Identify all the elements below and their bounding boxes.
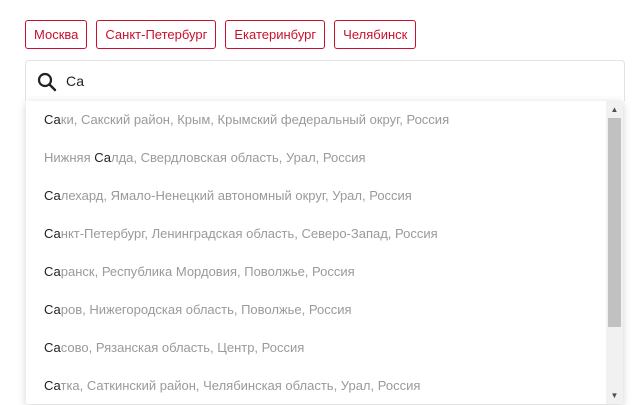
suggestion-prefix: Нижняя: [44, 150, 95, 165]
suggestions-dropdown: Саки, Сакский район, Крым, Крымский феде…: [26, 101, 623, 404]
scroll-down-arrow-icon[interactable]: ▼: [606, 387, 623, 404]
suggestion-match: Са: [94, 150, 111, 165]
suggestion-item[interactable]: Саки, Сакский район, Крым, Крымский феде…: [26, 101, 606, 139]
suggestion-rest: нкт-Петербург, Ленинградская область, Се…: [60, 226, 438, 241]
scroll-up-arrow-icon[interactable]: ▲: [606, 101, 623, 118]
suggestion-item[interactable]: Нижняя Салда, Свердловская область, Урал…: [26, 139, 606, 177]
search-icon: [37, 72, 57, 92]
suggestion-rest: лда, Свердловская область, Урал, Россия: [110, 150, 366, 165]
city-chips: Москва Санкт-Петербург Екатеринбург Челя…: [25, 20, 417, 49]
chip-saint-petersburg[interactable]: Санкт-Петербург: [96, 20, 217, 49]
suggestion-rest: тка, Саткинский район, Челябинская облас…: [60, 378, 421, 393]
suggestion-match: Са: [44, 378, 61, 393]
suggestion-match: Са: [44, 226, 61, 241]
suggestion-match: Са: [44, 340, 61, 355]
search-input[interactable]: [66, 69, 606, 93]
chip-moscow[interactable]: Москва: [25, 20, 88, 49]
scrollbar[interactable]: ▲ ▼: [606, 101, 623, 404]
suggestions-list: Саки, Сакский район, Крым, Крымский феде…: [26, 101, 606, 404]
suggestion-match: Са: [44, 112, 61, 127]
suggestion-match: Са: [44, 264, 61, 279]
suggestion-rest: ки, Сакский район, Крым, Крымский федера…: [60, 112, 450, 127]
suggestion-item[interactable]: Саранск, Республика Мордовия, Поволжье, …: [26, 253, 606, 291]
suggestion-rest: ранск, Республика Мордовия, Поволжье, Ро…: [60, 264, 355, 279]
suggestion-rest: лехард, Ямало-Ненецкий автономный округ,…: [60, 188, 412, 203]
suggestion-item[interactable]: Саров, Нижегородская область, Поволжье, …: [26, 291, 606, 329]
suggestion-match: Са: [44, 302, 61, 317]
suggestion-item[interactable]: Сатка, Саткинский район, Челябинская обл…: [26, 367, 606, 404]
chip-chelyabinsk[interactable]: Челябинск: [334, 20, 417, 49]
suggestion-item[interactable]: Санкт-Петербург, Ленинградская область, …: [26, 215, 606, 253]
suggestion-item[interactable]: Салехард, Ямало-Ненецкий автономный окру…: [26, 177, 606, 215]
search-box: [25, 60, 625, 101]
suggestion-rest: сово, Рязанская область, Центр, Россия: [60, 340, 305, 355]
scroll-thumb[interactable]: [608, 118, 621, 327]
suggestion-rest: ров, Нижегородская область, Поволжье, Ро…: [60, 302, 352, 317]
suggestion-match: Са: [44, 188, 61, 203]
suggestion-item[interactable]: Сасово, Рязанская область, Центр, Россия: [26, 329, 606, 367]
chip-yekaterinburg[interactable]: Екатеринбург: [225, 20, 326, 49]
